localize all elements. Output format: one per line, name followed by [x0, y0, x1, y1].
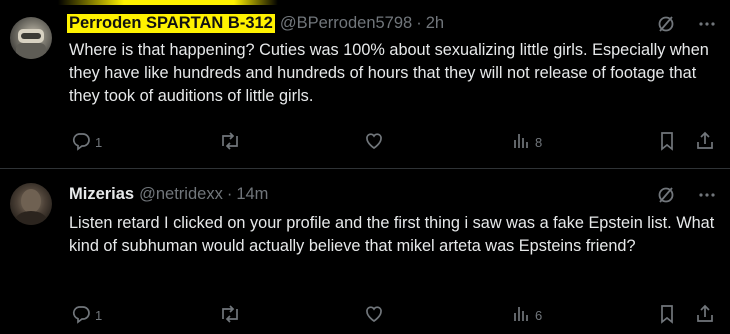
retweet-button[interactable] [219, 131, 241, 154]
header-icons [656, 185, 716, 210]
like-button[interactable] [364, 131, 384, 154]
timestamp[interactable]: 14m [236, 185, 268, 204]
heart-icon [364, 131, 384, 154]
view-count: 6 [535, 308, 543, 323]
more-horizontal-icon[interactable] [698, 15, 716, 38]
timestamp[interactable]: 2h [426, 14, 444, 33]
grok-slash-icon[interactable] [656, 14, 676, 39]
bookmark-icon [657, 131, 677, 154]
tweet-text: Where is that happening? Cuties was 100%… [69, 41, 709, 105]
retweet-icon [219, 304, 241, 327]
reply-tweet[interactable]: Mizerias @netridexx · 14m Listen retard … [0, 168, 730, 334]
separator: · [416, 13, 422, 32]
share-button[interactable] [695, 131, 715, 154]
views-button[interactable]: 8 [511, 131, 542, 154]
bookmark-icon [657, 304, 677, 327]
views-button[interactable]: 6 [511, 304, 542, 327]
tweet-header: Perroden SPARTAN B-312 @BPerroden5798 · … [67, 12, 444, 34]
more-horizontal-icon[interactable] [698, 186, 716, 209]
author-name[interactable]: Mizerias [69, 185, 134, 204]
share-icon [695, 131, 715, 154]
bookmark-button[interactable] [657, 304, 677, 327]
like-button[interactable] [364, 304, 384, 327]
reply-button[interactable]: 1 [71, 131, 102, 154]
tweet-header: Mizerias @netridexx · 14m [69, 183, 268, 205]
reply-count: 1 [95, 135, 103, 150]
reply-tweet[interactable]: Perroden SPARTAN B-312 @BPerroden5798 · … [0, 6, 730, 168]
heart-icon [364, 304, 384, 327]
share-icon [695, 304, 715, 327]
bookmark-button[interactable] [657, 131, 677, 154]
view-count: 8 [535, 135, 543, 150]
avatar[interactable] [10, 17, 52, 59]
retweet-button[interactable] [219, 304, 241, 327]
header-icons [656, 14, 716, 39]
action-bar: 1 6 [69, 304, 716, 326]
views-bar-icon [511, 304, 531, 327]
reply-count: 1 [95, 308, 103, 323]
reply-icon [71, 304, 91, 327]
author-handle[interactable]: @netridexx [139, 185, 223, 204]
views-bar-icon [511, 131, 531, 154]
reply-icon [71, 131, 91, 154]
retweet-icon [219, 131, 241, 154]
author-handle[interactable]: @BPerroden5798 [280, 14, 412, 33]
share-button[interactable] [695, 304, 715, 327]
separator: · [226, 184, 233, 203]
grok-slash-icon[interactable] [656, 185, 676, 210]
avatar[interactable] [10, 183, 52, 225]
tweet-text: Listen retard I clicked on your profile … [69, 214, 715, 255]
highlight-mark [58, 0, 278, 5]
action-bar: 1 8 [69, 131, 716, 153]
reply-button[interactable]: 1 [71, 304, 102, 327]
author-name[interactable]: Perroden SPARTAN B-312 [67, 13, 275, 33]
